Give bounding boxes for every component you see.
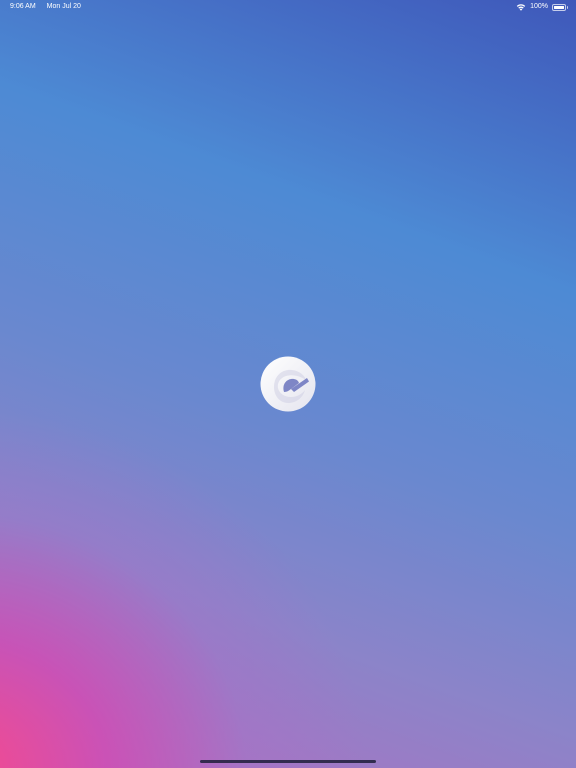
- status-bar-left: 9:06 AM Mon Jul 20: [10, 0, 81, 14]
- status-bar-right: 100%: [516, 0, 568, 14]
- battery-nub: [566, 6, 568, 9]
- wifi-icon: [516, 4, 526, 11]
- battery-fill: [554, 5, 564, 9]
- app-logo-icon: [260, 356, 316, 412]
- status-time: 9:06 AM: [10, 3, 36, 10]
- status-date: Mon Jul 20: [46, 3, 81, 10]
- status-bar: 9:06 AM Mon Jul 20 100%: [0, 0, 576, 14]
- home-indicator[interactable]: [200, 760, 376, 763]
- battery-icon: [552, 3, 568, 11]
- battery-percentage: 100%: [530, 3, 548, 10]
